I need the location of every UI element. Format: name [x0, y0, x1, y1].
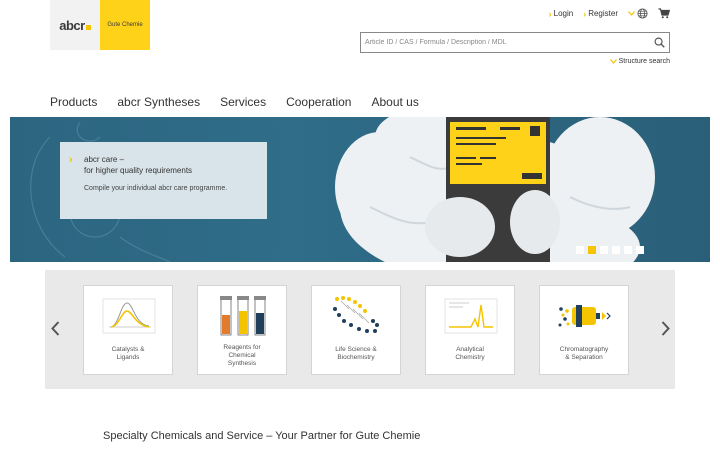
- cart-icon[interactable]: [658, 8, 670, 19]
- structure-search-link[interactable]: Structure search: [609, 58, 670, 65]
- carousel-next-button[interactable]: [657, 318, 673, 338]
- dna-helix-icon: [333, 296, 379, 333]
- slider-dots: [576, 246, 644, 254]
- chromatography-column-icon: [558, 305, 611, 327]
- hero-title-line2: for higher quality requirements: [84, 166, 193, 175]
- chevron-left-icon: [50, 320, 59, 336]
- category-card-chromatography[interactable]: Chromatography & Separation: [539, 285, 629, 375]
- category-label-line: Synthesis: [227, 360, 257, 367]
- nav-item-abcr-syntheses[interactable]: abcr Syntheses: [117, 95, 200, 109]
- main-nav: Products abcr Syntheses Services Coopera…: [50, 95, 419, 109]
- logo-wordmark-box: abcr: [50, 0, 100, 50]
- nav-item-about-us[interactable]: About us: [371, 95, 418, 109]
- chevron-right-icon: ›: [583, 8, 587, 19]
- structure-search-label: Structure search: [618, 58, 670, 65]
- search-input[interactable]: [361, 33, 649, 52]
- category-label: Life Science & Biochemistry: [316, 346, 396, 362]
- slider-dot[interactable]: [624, 246, 632, 254]
- category-card-catalysts[interactable]: Catalysts & Ligands: [83, 285, 173, 375]
- category-label-line: Life Science &: [335, 346, 377, 353]
- login-label: Login: [553, 9, 574, 18]
- hero-title-line1: abcr care –: [84, 155, 125, 164]
- search-button[interactable]: [649, 33, 669, 52]
- category-label: Chromatography & Separation: [544, 346, 624, 362]
- login-link[interactable]: › Login: [549, 9, 574, 19]
- register-label: Register: [588, 9, 618, 18]
- hero-banner[interactable]: › abcr care – for higher quality require…: [10, 117, 710, 262]
- chevron-right-icon: ›: [69, 154, 73, 166]
- category-carousel: Catalysts & Ligands Reagents for Chemica…: [45, 270, 675, 389]
- nav-item-products[interactable]: Products: [50, 95, 97, 109]
- register-link[interactable]: › Register: [583, 9, 618, 19]
- brand-logo[interactable]: abcr Gute Chemie: [50, 0, 150, 50]
- category-label-line: Chemical: [228, 352, 256, 359]
- category-label-line: Chromatography: [559, 346, 609, 353]
- page: abcr Gute Chemie › Login › Register Arti…: [0, 0, 720, 450]
- category-card-life-science[interactable]: Life Science & Biochemistry: [311, 285, 401, 375]
- category-label-line: Reagents for: [223, 344, 261, 351]
- slider-dot[interactable]: [576, 246, 584, 254]
- category-label-line: Chemistry: [455, 354, 485, 361]
- spectrum-peak-icon: [444, 298, 498, 334]
- chevron-down-icon: [609, 59, 617, 64]
- nav-item-cooperation[interactable]: Cooperation: [286, 95, 351, 109]
- globe-icon: [637, 8, 648, 19]
- chevron-right-icon: [661, 320, 670, 336]
- logo-wordmark: abcr: [59, 18, 90, 33]
- nav-item-services[interactable]: Services: [220, 95, 266, 109]
- category-label-line: Biochemistry: [337, 354, 375, 361]
- page-tagline: Specialty Chemicals and Service – Your P…: [103, 430, 421, 442]
- language-selector[interactable]: [628, 8, 648, 19]
- slider-dot-active[interactable]: [588, 246, 596, 254]
- slider-dot[interactable]: [636, 246, 644, 254]
- slider-dot[interactable]: [612, 246, 620, 254]
- category-card-analytical[interactable]: Analytical Chemistry: [425, 285, 515, 375]
- catalyst-chart-icon: [102, 298, 156, 334]
- category-label-line: Catalysts &: [111, 346, 145, 353]
- category-card-reagents[interactable]: Reagents for Chemical Synthesis: [197, 285, 287, 375]
- search-icon: [654, 37, 665, 48]
- logo-tagline-box: Gute Chemie: [100, 0, 150, 50]
- top-links: › Login › Register: [549, 8, 670, 19]
- hero-promo-card[interactable]: › abcr care – for higher quality require…: [60, 142, 267, 219]
- category-label: Catalysts & Ligands: [88, 346, 168, 362]
- logo-tagline: Gute Chemie: [107, 22, 143, 28]
- category-label-line: & Separation: [565, 354, 603, 361]
- slider-dot[interactable]: [600, 246, 608, 254]
- category-label-line: Analytical: [456, 346, 484, 353]
- carousel-prev-button[interactable]: [47, 318, 63, 338]
- test-tubes-icon: [220, 296, 266, 336]
- chevron-down-icon: [628, 11, 635, 16]
- category-label-line: Ligands: [116, 354, 140, 361]
- hero-subtitle: Compile your individual abcr care progra…: [84, 185, 228, 192]
- chevron-right-icon: ›: [548, 8, 552, 19]
- category-label: Analytical Chemistry: [430, 346, 510, 362]
- category-label: Reagents for Chemical Synthesis: [202, 344, 282, 368]
- search-bar: [360, 32, 670, 53]
